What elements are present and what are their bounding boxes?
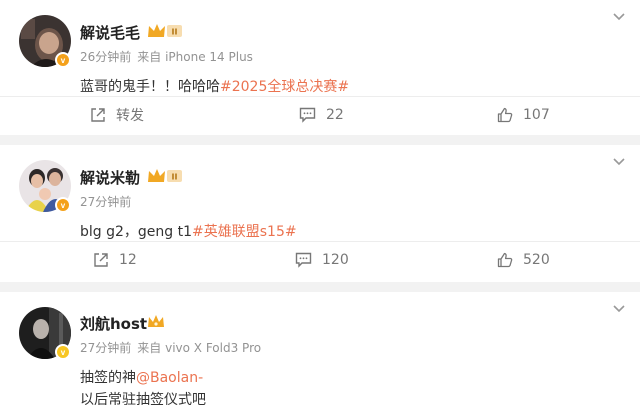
crown-level-icon: II: [148, 169, 182, 182]
like-count: 520: [523, 252, 550, 268]
action-bar: 转发 22 107: [0, 95, 640, 135]
source-device: 来自 iPhone 14 Plus: [137, 50, 253, 64]
verified-icon: v: [55, 344, 71, 360]
author-name[interactable]: 解说毛毛: [80, 22, 140, 43]
comment-text: 抽签的神@Baolan-: [80, 367, 203, 387]
author-name[interactable]: 解说米勒: [80, 167, 140, 188]
chevron-down-icon[interactable]: [612, 12, 626, 22]
comment-meta: 27分钟前: [80, 193, 131, 210]
author-name[interactable]: 刘航host: [80, 313, 147, 334]
timestamp: 26分钟前: [80, 50, 132, 64]
source-device: 来自 vivo X Fold3 Pro: [137, 341, 262, 355]
comment-text: 蓝哥的鬼手！！哈哈哈#2025全球总决赛#: [80, 76, 349, 96]
comment-text: blg g2，geng t1#英雄联盟s15#: [80, 221, 297, 241]
chevron-down-icon[interactable]: [612, 304, 626, 314]
comment-body: blg g2，geng t1: [80, 224, 193, 240]
svg-text:II: II: [172, 28, 178, 37]
crown-icon: [148, 315, 164, 327]
verified-icon: v: [55, 197, 71, 213]
comment-feed: v 解说毛毛 II 26分钟前 来自 iPhone 14 Plus 蓝哥的鬼手！！…: [0, 0, 640, 405]
repost-icon: [91, 108, 105, 122]
mention-link[interactable]: @Baolan-: [136, 370, 203, 386]
comment-meta: 26分钟前 来自 iPhone 14 Plus: [80, 48, 253, 65]
timestamp: 27分钟前: [80, 341, 132, 355]
comment-card: v 刘航host 27分钟前 来自 vivo X Fold3 Pro 抽签的神@B…: [0, 292, 640, 405]
comment-count: 22: [326, 107, 344, 123]
thumbs-up-icon: [497, 107, 513, 123]
comment-count: 120: [322, 252, 349, 268]
crown-level-icon: II: [148, 24, 182, 37]
comment-icon: [299, 107, 316, 123]
repost-icon: [94, 253, 108, 267]
timestamp: 27分钟前: [80, 195, 132, 209]
repost-button[interactable]: 转发: [90, 95, 144, 135]
comment-meta: 27分钟前 来自 vivo X Fold3 Pro: [80, 339, 261, 356]
chevron-down-icon[interactable]: [612, 157, 626, 167]
like-button[interactable]: 520: [497, 240, 550, 280]
comment-body: 蓝哥的鬼手！！哈哈哈: [80, 79, 220, 95]
comment-button[interactable]: 120: [295, 240, 349, 280]
like-count: 107: [523, 107, 550, 123]
comment-card: v 解说米勒 II 27分钟前 blg g2，geng t1#英雄联盟s15# …: [0, 145, 640, 282]
repost-button[interactable]: 12: [93, 240, 137, 280]
repost-count: 12: [119, 252, 137, 268]
thumbs-up-icon: [497, 252, 513, 268]
action-bar: 12 120 520: [0, 240, 640, 280]
svg-text:II: II: [172, 173, 178, 182]
comment-text-line2: 以后常驻抽签仪式吧: [80, 392, 206, 405]
comment-card: v 解说毛毛 II 26分钟前 来自 iPhone 14 Plus 蓝哥的鬼手！！…: [0, 0, 640, 135]
like-button[interactable]: 107: [497, 95, 550, 135]
comment-icon: [295, 252, 312, 268]
topic-link[interactable]: #2025全球总决赛#: [220, 79, 349, 95]
comment-body: 抽签的神: [80, 370, 136, 386]
comment-button[interactable]: 22: [299, 95, 344, 135]
topic-link[interactable]: #英雄联盟s15#: [192, 224, 297, 240]
verified-icon: v: [55, 52, 71, 68]
repost-label: 转发: [116, 108, 144, 124]
